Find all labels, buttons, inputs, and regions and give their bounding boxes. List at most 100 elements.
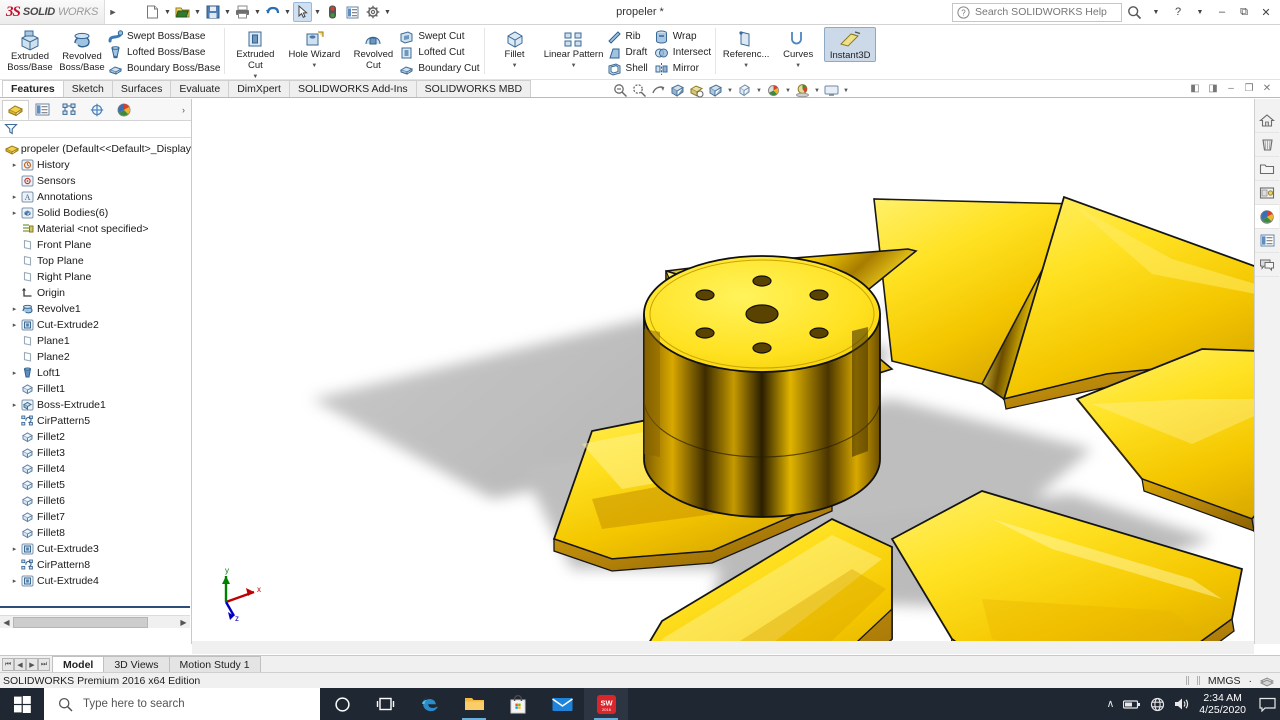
file-explorer-taskbar-icon[interactable]	[452, 688, 496, 720]
previous-view-icon[interactable]	[650, 82, 667, 99]
tree-item[interactable]: Plane1	[2, 333, 191, 349]
solidworks-resources-icon[interactable]	[1255, 109, 1279, 133]
tree-item[interactable]: Origin	[2, 285, 191, 301]
lofted-boss-base-button[interactable]: Lofted Boss/Base	[108, 45, 220, 60]
tab-surfaces[interactable]: Surfaces	[111, 80, 172, 97]
show-hidden-icons-icon[interactable]: ∧	[1107, 698, 1115, 710]
extruded-boss-base-button[interactable]: Extruded Boss/Base	[4, 27, 56, 73]
tree-item[interactable]: Front Plane	[2, 237, 191, 253]
minimize-doc-icon[interactable]: –	[1224, 83, 1238, 94]
tree-item[interactable]: Fillet4	[2, 461, 191, 477]
action-center-icon[interactable]	[1255, 697, 1276, 712]
view-palette-icon[interactable]	[1255, 181, 1279, 205]
zoom-to-fit-icon[interactable]	[612, 82, 629, 99]
configuration-manager-tab[interactable]	[56, 100, 83, 120]
swept-cut-button[interactable]: Swept Cut	[399, 29, 479, 44]
section-view-icon[interactable]	[669, 82, 686, 99]
hole-wizard-button[interactable]: Hole Wizard ▼	[281, 27, 347, 72]
swept-boss-base-button[interactable]: Swept Boss/Base	[108, 29, 220, 44]
design-library-icon[interactable]	[1255, 133, 1279, 157]
scrollbar-thumb[interactable]	[13, 616, 148, 628]
tree-item[interactable]: ▸ Revolve1	[2, 301, 191, 317]
rib-button[interactable]: Rib	[607, 29, 648, 44]
expand-icon[interactable]: ▸	[9, 577, 20, 585]
start-button[interactable]	[0, 688, 44, 720]
display-manager-tab[interactable]	[110, 100, 137, 120]
tree-item[interactable]: Material <not specified>	[2, 221, 191, 237]
lofted-cut-button[interactable]: Lofted Cut	[399, 45, 479, 60]
taskbar-search-box[interactable]: Type here to search	[44, 688, 320, 720]
display-style-icon[interactable]	[707, 82, 724, 99]
microsoft-store-icon[interactable]	[496, 688, 540, 720]
tab-solidworks-addins[interactable]: SOLIDWORKS Add-Ins	[288, 80, 417, 97]
tab-model[interactable]: Model	[52, 656, 105, 672]
tree-item[interactable]: ▸ A Annotations	[2, 189, 191, 205]
edit-appearance-caret-icon[interactable]: ▼	[784, 88, 792, 94]
expand-icon[interactable]: ▸	[9, 545, 20, 553]
tree-item[interactable]: Fillet5	[2, 477, 191, 493]
tree-item[interactable]: Right Plane	[2, 269, 191, 285]
viewport-horizontal-scrollbar[interactable]	[192, 641, 1254, 654]
tree-item[interactable]: ▸ History	[2, 157, 191, 173]
custom-properties-icon[interactable]	[1255, 229, 1279, 253]
close-doc-icon[interactable]: ✕	[1260, 83, 1274, 94]
tree-item[interactable]: ▸ Cut-Extrude3	[2, 541, 191, 557]
units-indicator[interactable]: MMGS	[1208, 675, 1241, 687]
previous-tab-button[interactable]: ◀	[14, 658, 26, 671]
tab-sketch[interactable]: Sketch	[62, 80, 113, 97]
apply-scene-icon[interactable]	[794, 82, 811, 99]
taskbar-clock[interactable]: 2:34 AM 4/25/2020	[1199, 692, 1246, 716]
property-manager-tab[interactable]	[29, 100, 56, 120]
task-view-icon[interactable]	[364, 688, 408, 720]
network-icon[interactable]	[1150, 697, 1165, 712]
expand-icon[interactable]: ▸	[9, 193, 20, 201]
reference-geometry-button[interactable]: Referenc... ▼	[720, 27, 772, 72]
expand-icon[interactable]: ▸	[9, 161, 20, 169]
curves-button[interactable]: Curves ▼	[772, 27, 824, 72]
restore-doc-icon[interactable]: ❐	[1242, 83, 1256, 94]
extruded-cut-button[interactable]: Extruded Cut ▼	[229, 27, 281, 83]
intersect-button[interactable]: Intersect	[654, 45, 711, 60]
solidworks-taskbar-icon[interactable]: SW 2016	[584, 688, 628, 720]
edge-browser-icon[interactable]	[408, 688, 452, 720]
viewport-layout-icon[interactable]	[823, 82, 840, 99]
tree-item[interactable]: Plane2	[2, 349, 191, 365]
wrap-button[interactable]: Wrap	[654, 29, 711, 44]
apply-scene-caret-icon[interactable]: ▼	[813, 88, 821, 94]
shell-button[interactable]: Shell	[607, 61, 648, 76]
overlay-icon[interactable]	[1260, 675, 1274, 687]
tree-item[interactable]: ▸ Cut-Extrude2	[2, 317, 191, 333]
units-caret-icon[interactable]: ·	[1249, 675, 1253, 687]
feature-tree-filter-box[interactable]	[0, 121, 191, 138]
mirror-button[interactable]: Mirror	[654, 61, 711, 76]
tree-item[interactable]: Fillet8	[2, 525, 191, 541]
hole-wizard-caret-icon[interactable]: ▼	[311, 61, 317, 72]
fillet-button[interactable]: Fillet ▼	[489, 27, 541, 72]
restore-left-icon[interactable]: ◧	[1188, 83, 1202, 94]
expand-icon[interactable]: ▸	[9, 209, 20, 217]
curves-caret-icon[interactable]: ▼	[795, 61, 801, 72]
display-style-caret-icon[interactable]: ▼	[726, 88, 734, 94]
linear-pattern-button[interactable]: Linear Pattern ▼	[541, 27, 607, 72]
dimxpert-manager-tab[interactable]	[83, 100, 110, 120]
appearances-scenes-icon[interactable]	[1255, 205, 1279, 229]
rollback-bar[interactable]	[0, 606, 190, 608]
expand-icon[interactable]: ▸	[9, 305, 20, 313]
tree-item[interactable]: Fillet1	[2, 381, 191, 397]
tree-item[interactable]: ▸ Solid Bodies(6)	[2, 205, 191, 221]
tree-item[interactable]: ▸ Cut-Extrude4	[2, 573, 191, 589]
tree-item[interactable]: ▸ Boss-Extrude1	[2, 397, 191, 413]
tree-item[interactable]: Top Plane	[2, 253, 191, 269]
scroll-right-arrow-icon[interactable]: ▶	[177, 618, 190, 627]
restore-right-icon[interactable]: ◨	[1206, 83, 1220, 94]
edit-appearance-icon[interactable]	[765, 82, 782, 99]
boundary-boss-base-button[interactable]: Boundary Boss/Base	[108, 61, 220, 76]
tab-evaluate[interactable]: Evaluate	[170, 80, 230, 97]
tree-item[interactable]: CirPattern5	[2, 413, 191, 429]
revolved-cut-button[interactable]: Revolved Cut	[347, 27, 399, 71]
file-explorer-icon[interactable]	[1255, 157, 1279, 181]
solidworks-forum-icon[interactable]	[1255, 253, 1279, 277]
tree-item[interactable]: ▸ Loft1	[2, 365, 191, 381]
tree-item[interactable]: Fillet6	[2, 493, 191, 509]
instant3d-button[interactable]: Instant3D	[824, 27, 877, 62]
